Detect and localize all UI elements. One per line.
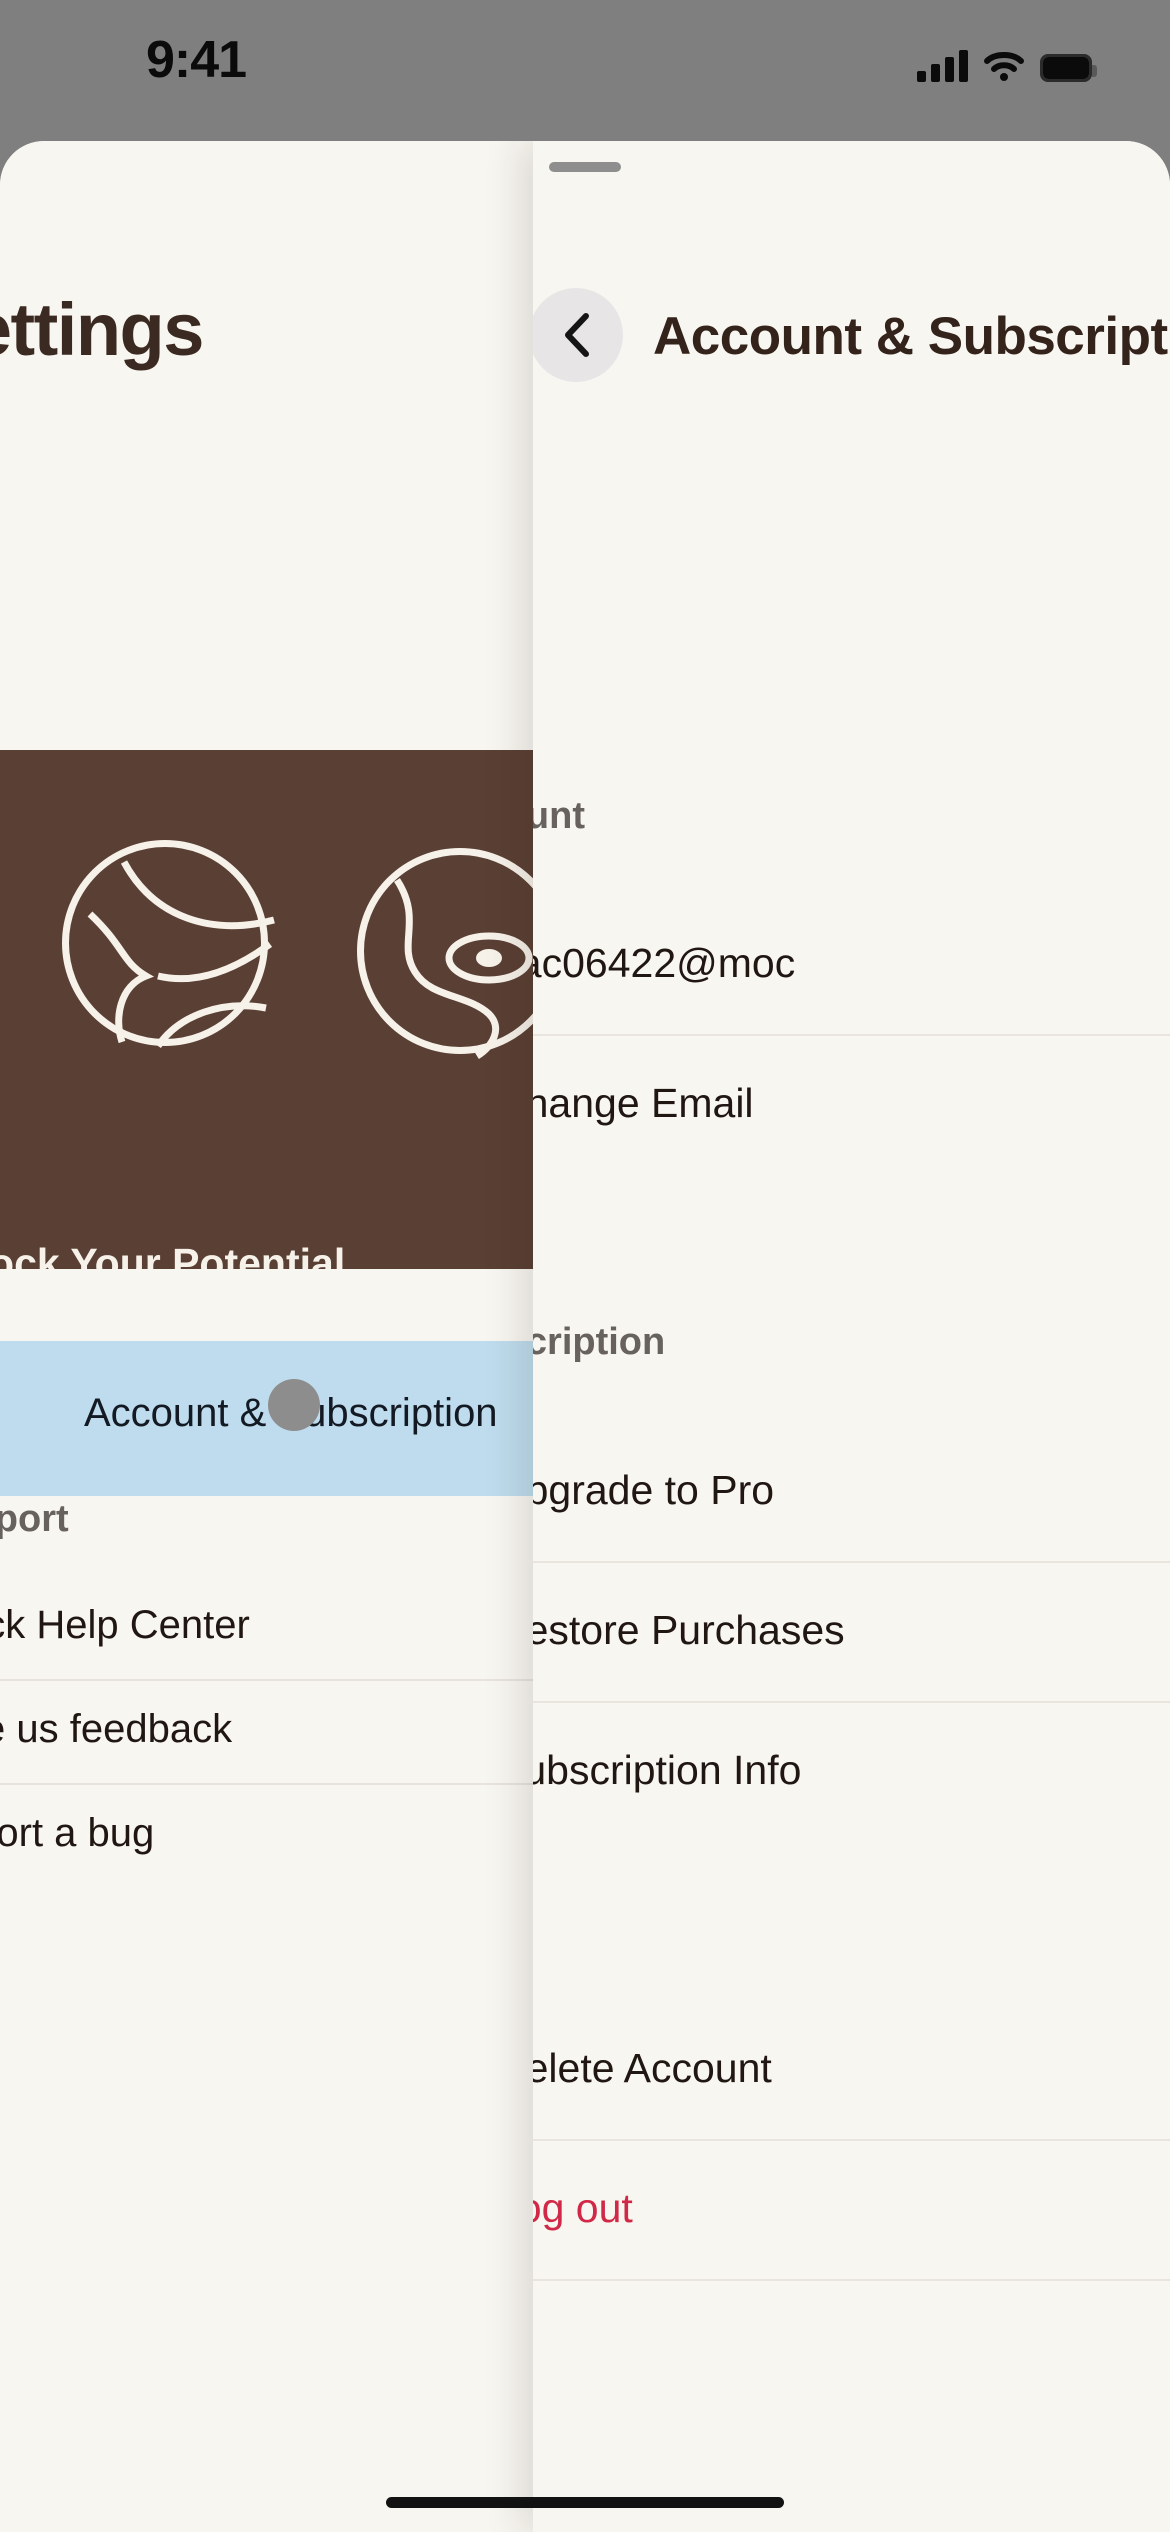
status-bar-time: 9:41	[145, 31, 247, 89]
row-change-email[interactable]: Change Email	[533, 1036, 1170, 1176]
section-heading-account: Account	[533, 795, 585, 837]
wifi-icon	[984, 50, 1024, 82]
row-label: Delete Account	[533, 2045, 772, 2091]
status-bar-indicators	[917, 38, 1097, 82]
cellular-signal-icon	[917, 50, 968, 82]
list-item-label: Give us feedback	[0, 1707, 233, 1751]
row-label: Log out	[533, 2185, 633, 2231]
divider	[533, 2279, 1170, 2281]
settings-sheet: Settings	[0, 141, 1170, 2532]
settings-underlay-screen: Settings	[0, 141, 533, 2532]
account-email-value: 8ac06422@moc	[533, 940, 796, 986]
support-section-heading: Support	[0, 1498, 69, 1540]
row-account-email[interactable]: 8ac06422@moc	[533, 896, 1170, 1036]
status-dot	[268, 1379, 320, 1431]
row-subscription-info[interactable]: Subscription Info	[533, 1703, 1170, 1843]
list-item-label: Report a bug	[0, 1811, 155, 1855]
home-indicator	[386, 2497, 784, 2508]
row-label: Subscription Info	[533, 1747, 802, 1793]
row-label: Change Email	[533, 1080, 754, 1126]
status-bar: 9:41	[0, 0, 1170, 140]
globe-icon	[357, 848, 533, 1059]
globe-icon	[62, 840, 275, 1049]
section-heading-subscription: Subscription	[533, 1321, 666, 1363]
list-item[interactable]: Report a bug	[0, 1785, 533, 1889]
row-restore-purchases[interactable]: Restore Purchases	[533, 1563, 1170, 1703]
promo-title: Unlock Your Potential	[0, 1240, 346, 1269]
row-label: Upgrade to Pro	[533, 1467, 775, 1513]
row-log-out[interactable]: Log out	[533, 2141, 1170, 2281]
account-subscription-panel: Account & Subscription Account 8ac06422@…	[533, 141, 1170, 2532]
list-item[interactable]: Give us feedback	[0, 1681, 533, 1785]
back-button[interactable]	[533, 288, 623, 382]
sheet-drag-handle[interactable]	[549, 162, 621, 172]
upgrade-promo-card[interactable]: Unlock Your Potential Upgrade now to get…	[0, 750, 533, 1269]
chevron-left-icon	[565, 313, 589, 357]
list-item-label: Quick Help Center	[0, 1603, 250, 1647]
page-title: Settings	[0, 288, 204, 371]
sidebar-item-account-subscription[interactable]: Account & Subscription	[0, 1341, 533, 1496]
list-item[interactable]: Quick Help Center	[0, 1577, 533, 1681]
panel-title: Account & Subscription	[653, 307, 1170, 366]
battery-icon	[1040, 54, 1097, 82]
row-delete-account[interactable]: Delete Account	[533, 2001, 1170, 2141]
row-upgrade-to-pro[interactable]: Upgrade to Pro	[533, 1423, 1170, 1563]
row-label: Restore Purchases	[533, 1607, 845, 1653]
